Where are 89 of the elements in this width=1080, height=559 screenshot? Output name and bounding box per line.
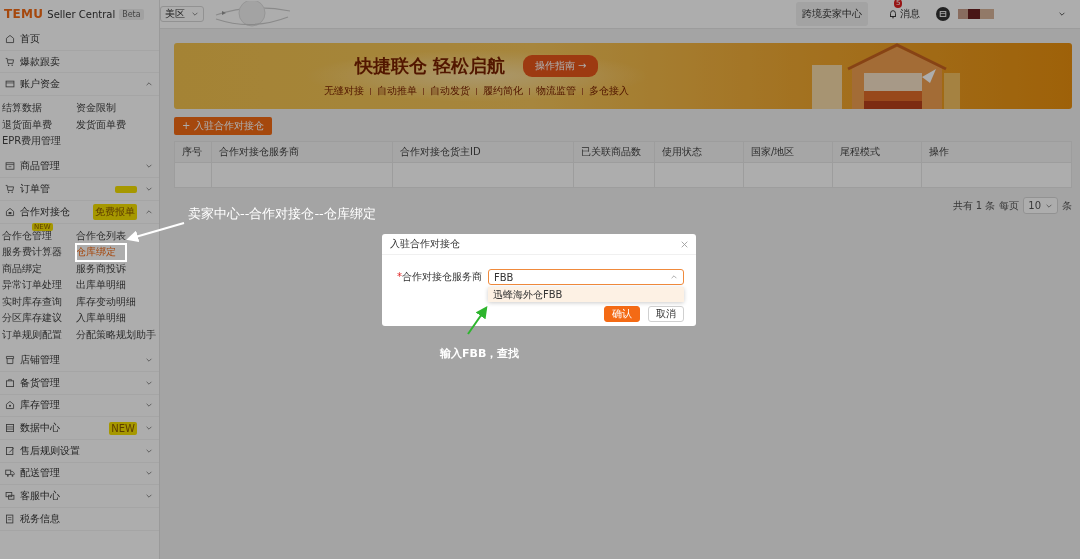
seller-center-button[interactable]: 跨境卖家中心 [796,2,868,26]
column-header: 使用状态 [654,141,744,163]
submenu-item[interactable]: 发货面单费 [76,117,126,132]
feature-label: 多仓接入 [589,84,629,98]
column-header: 合作对接仓服务商 [211,141,393,163]
submenu-item[interactable]: 分配策略规划助手 [76,327,156,342]
bell-icon [888,9,898,19]
sidebar-item[interactable]: 客服中心 [0,485,159,508]
feature-label: 履约简化 [483,84,523,98]
provider-search-field[interactable]: FBB [488,269,684,285]
submenu-item[interactable]: 出库单明细 [76,278,126,293]
annotation-text: 输入FBB，查找 [440,346,520,361]
submenu-item[interactable]: 服务费计算器 [2,245,62,260]
sidebar-item[interactable]: 店铺管理 [0,349,159,372]
page-size-select[interactable]: 10 [1023,197,1058,214]
dialog-title: 入驻合作对接仓 [390,237,460,251]
column-header: 已关联商品数 [573,141,655,163]
chevron-icon [670,273,678,281]
cancel-button[interactable]: 取消 [648,306,684,322]
per-page-label: 每页 [999,198,1020,213]
feature-label: 无缝对接 [324,84,364,98]
submenu-item[interactable]: 合作仓列表 [76,228,126,243]
sidebar-item[interactable]: 售后规则设置 [0,439,159,463]
document-icon [5,513,15,524]
chat-icon [5,491,15,502]
submenu-item[interactable]: EPR费用管理 [2,134,62,149]
submenu-item[interactable]: 实时库存查询 [2,294,62,309]
sidebar-item[interactable]: 账户资金 [0,73,159,97]
chevron-icon [191,10,199,18]
beta-tag: Beta [119,8,144,20]
submenu-item[interactable]: 资金限制 [76,101,116,116]
sidebar-item[interactable]: 数据中心 NEW [0,417,159,440]
sidebar-item[interactable]: 备货管理 [0,371,159,395]
sidebar-item[interactable]: 订单管 [0,178,159,201]
sidebar-item[interactable]: 库存管理 [0,394,159,418]
submenu-item[interactable]: 服务商投诉 [76,261,126,276]
messages-button[interactable]: 消息 [888,7,920,21]
feature-label: 自动推单 [377,84,417,98]
sidebar-item[interactable]: 合作对接仓 免费报单 [0,200,159,224]
cart-icon [5,184,15,195]
submenu-item[interactable]: 订单规则配置 [2,327,62,342]
product-name: Seller Central [47,8,116,20]
highlight-frame [75,243,127,262]
column-header: 国家/地区 [743,141,833,163]
sidebar-item[interactable]: 首页 [0,28,159,51]
house-icon [5,400,15,411]
submenu-item[interactable]: 异常订单处理 [2,278,62,293]
guide-button[interactable]: 操作指南 → [522,55,599,77]
field-label: *合作对接仓服务商 [396,270,482,284]
submenu-item[interactable]: 结算数据 [2,101,42,116]
column-header: 尾程模式 [832,141,922,163]
submenu-item[interactable]: 分区库存建议 [2,311,62,326]
dropdown-option[interactable]: 迅蜂海外仓FBB [488,287,684,302]
total-count: 共有 1 条 [952,198,996,213]
bag-icon [5,377,15,388]
house-icon [5,206,15,217]
store-icon [939,10,947,18]
cart-icon [5,56,15,67]
column-header: 操作 [921,141,1072,163]
sidebar-item[interactable]: 配送管理 [0,462,159,486]
submenu-item[interactable]: 合作仓管理 [2,228,52,243]
feature-label: 自动发货 [430,84,470,98]
card-icon [5,161,15,172]
column-header: 序号 [174,141,212,163]
annotation-text: 卖家中心--合作对接仓--仓库绑定 [188,205,376,223]
banner-title: 快捷联仓 轻松启航 [354,54,505,78]
sidebar-item[interactable]: 商品管理 [0,155,159,179]
arrow [467,306,488,335]
submenu-item[interactable]: 商品绑定 [2,261,42,276]
redacted-name [958,9,994,19]
submenu-item[interactable]: 库存变动明细 [76,294,136,309]
sidebar-item[interactable]: 税务信息 [0,507,159,531]
column-header: 合作对接仓货主ID [392,141,574,163]
store-icon [5,354,15,365]
unit-label: 条 [1062,198,1072,213]
region-select[interactable]: 美区 [160,6,204,22]
table-icon [5,423,15,434]
feature-label: 物流监管 [536,84,576,98]
truck-icon [5,468,15,479]
submenu-item[interactable]: 退货面单费 [2,117,52,132]
submenu-item[interactable]: 入库单明细 [76,311,126,326]
sidebar-item[interactable]: 爆款跟卖 [0,50,159,74]
chevron-icon [1058,10,1066,18]
edit-icon [5,445,15,456]
wallet-icon [5,79,15,90]
new-badge: 免费报单 [93,203,137,220]
home-icon [5,33,15,44]
avatar[interactable] [936,7,950,21]
new-badge: NEW [109,421,137,435]
